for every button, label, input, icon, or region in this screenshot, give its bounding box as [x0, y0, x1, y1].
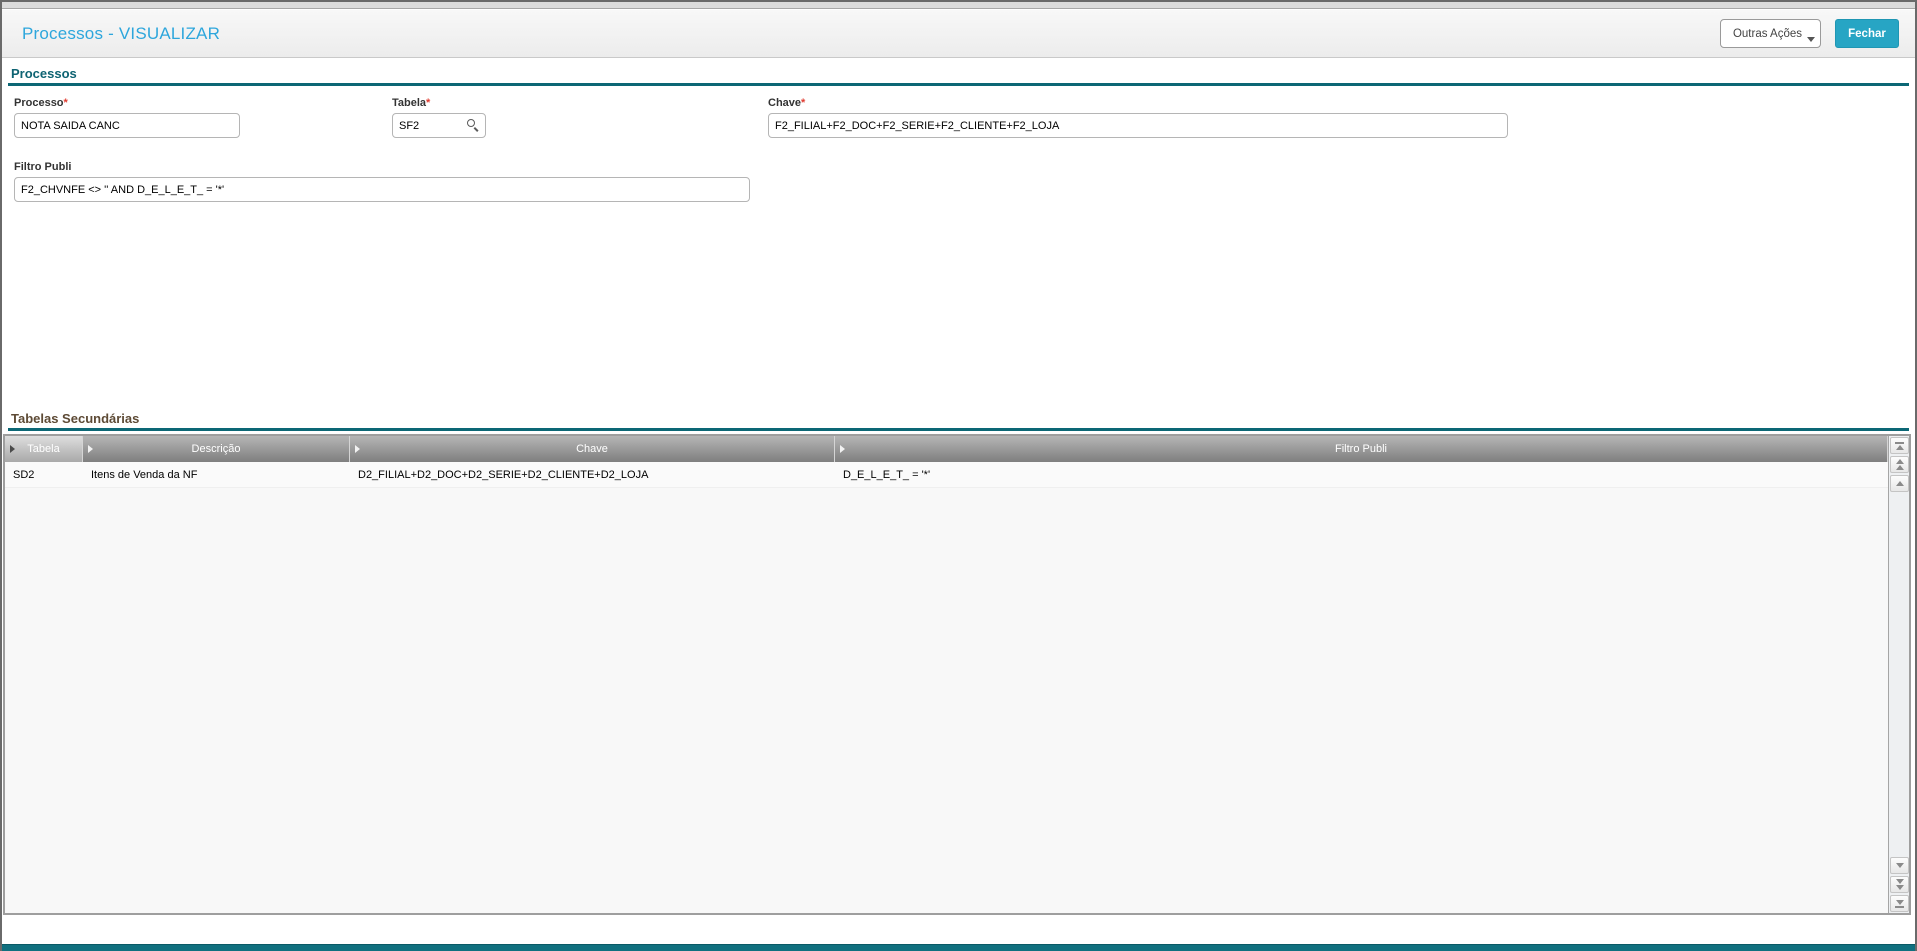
column-arrow-icon: [10, 445, 15, 453]
main-content: Processos Processo* Tabela* Chave* Filtr…: [2, 59, 1915, 944]
grid-cell: D_E_L_E_T_ = '*': [843, 468, 931, 481]
grid-cell: Itens de Venda da NF: [91, 468, 198, 481]
grid-column-label: Tabela: [27, 443, 60, 455]
secondary-tables-grid: Tabela Descrição Chave Filtro Publi SD2 Iten…: [3, 434, 1911, 915]
grid-cell: SD2: [13, 468, 35, 481]
line-down-icon: [1895, 863, 1904, 868]
app-window: Processos - VISUALIZAR Outras Ações Fech…: [0, 0, 1917, 951]
page-down-icon: [1895, 879, 1904, 884]
section-rule: [8, 428, 1909, 431]
other-actions-button[interactable]: Outras Ações: [1719, 19, 1821, 48]
scroll-top-button[interactable]: [1890, 437, 1909, 454]
scroll-bottom-icon: [1895, 905, 1904, 908]
section-title-tabelas-secundarias: Tabelas Secundárias: [11, 411, 140, 426]
field-chave: Chave*: [768, 97, 1508, 138]
chave-label: Chave*: [768, 97, 806, 109]
scroll-top-icon: [1895, 444, 1904, 450]
field-filtro-publi: Filtro Publi: [14, 161, 750, 202]
filtro-publi-input[interactable]: [14, 177, 750, 202]
filtro-publi-label: Filtro Publi: [14, 161, 72, 173]
grid-rows: SD2 Itens de Venda da NF D2_FILIAL+D2_DOC+…: [5, 462, 1888, 913]
field-processo: Processo*: [14, 97, 240, 138]
grid-column-header[interactable]: Descrição: [83, 436, 350, 462]
grid-header: Tabela Descrição Chave Filtro Publi: [5, 436, 1888, 462]
grid-column-header[interactable]: Tabela: [5, 436, 83, 462]
other-actions-label: Outras Ações: [1732, 27, 1802, 40]
grid-row[interactable]: SD2 Itens de Venda da NF D2_FILIAL+D2_DOC+…: [5, 462, 1888, 488]
required-asterisk: *: [801, 97, 806, 109]
window-top-strip: [2, 2, 1915, 9]
processo-label: Processo*: [14, 97, 68, 109]
grid-column-header[interactable]: Filtro Publi: [835, 436, 1888, 462]
header-bar: Processos - VISUALIZAR Outras Ações Fech…: [2, 10, 1915, 58]
scrollbar-track[interactable]: [1889, 493, 1909, 856]
required-asterisk: *: [63, 97, 68, 109]
processo-input[interactable]: [14, 113, 240, 138]
scroll-bottom-button[interactable]: [1890, 895, 1909, 912]
grid-cell: D2_FILIAL+D2_DOC+D2_SERIE+D2_CLIENTE+D2_…: [358, 468, 649, 481]
page-title: Processos - VISUALIZAR: [22, 23, 221, 43]
line-down-button[interactable]: [1890, 857, 1909, 874]
line-up-button[interactable]: [1890, 475, 1909, 492]
line-up-icon: [1895, 481, 1904, 486]
scroll-top-icon: [1895, 441, 1904, 444]
field-tabela: Tabela*: [392, 97, 486, 138]
page-up-button[interactable]: [1890, 456, 1909, 473]
grid-column-header[interactable]: Chave: [350, 436, 835, 462]
page-up-icon: [1895, 465, 1904, 470]
close-button[interactable]: Fechar: [1835, 19, 1899, 48]
column-arrow-icon: [88, 445, 93, 453]
page-up-icon: [1895, 459, 1904, 464]
grid-column-label: Filtro Publi: [1335, 443, 1387, 455]
chave-input[interactable]: [768, 113, 1508, 138]
grid-column-label: Chave: [576, 443, 608, 455]
magnifier-icon[interactable]: [466, 118, 480, 132]
grid-scrollbar: [1888, 436, 1909, 913]
column-arrow-icon: [840, 445, 845, 453]
section-rule: [8, 83, 1909, 86]
column-arrow-icon: [355, 445, 360, 453]
chevron-down-icon: [1807, 37, 1815, 42]
grid-column-label: Descrição: [191, 443, 241, 455]
page-down-icon: [1895, 885, 1904, 890]
required-asterisk: *: [426, 97, 431, 109]
tabela-label: Tabela*: [392, 97, 431, 109]
scroll-bottom-icon: [1895, 899, 1904, 905]
bottom-status-bar: [2, 944, 1915, 951]
section-title-processos: Processos: [11, 66, 77, 81]
page-down-button[interactable]: [1890, 876, 1909, 893]
